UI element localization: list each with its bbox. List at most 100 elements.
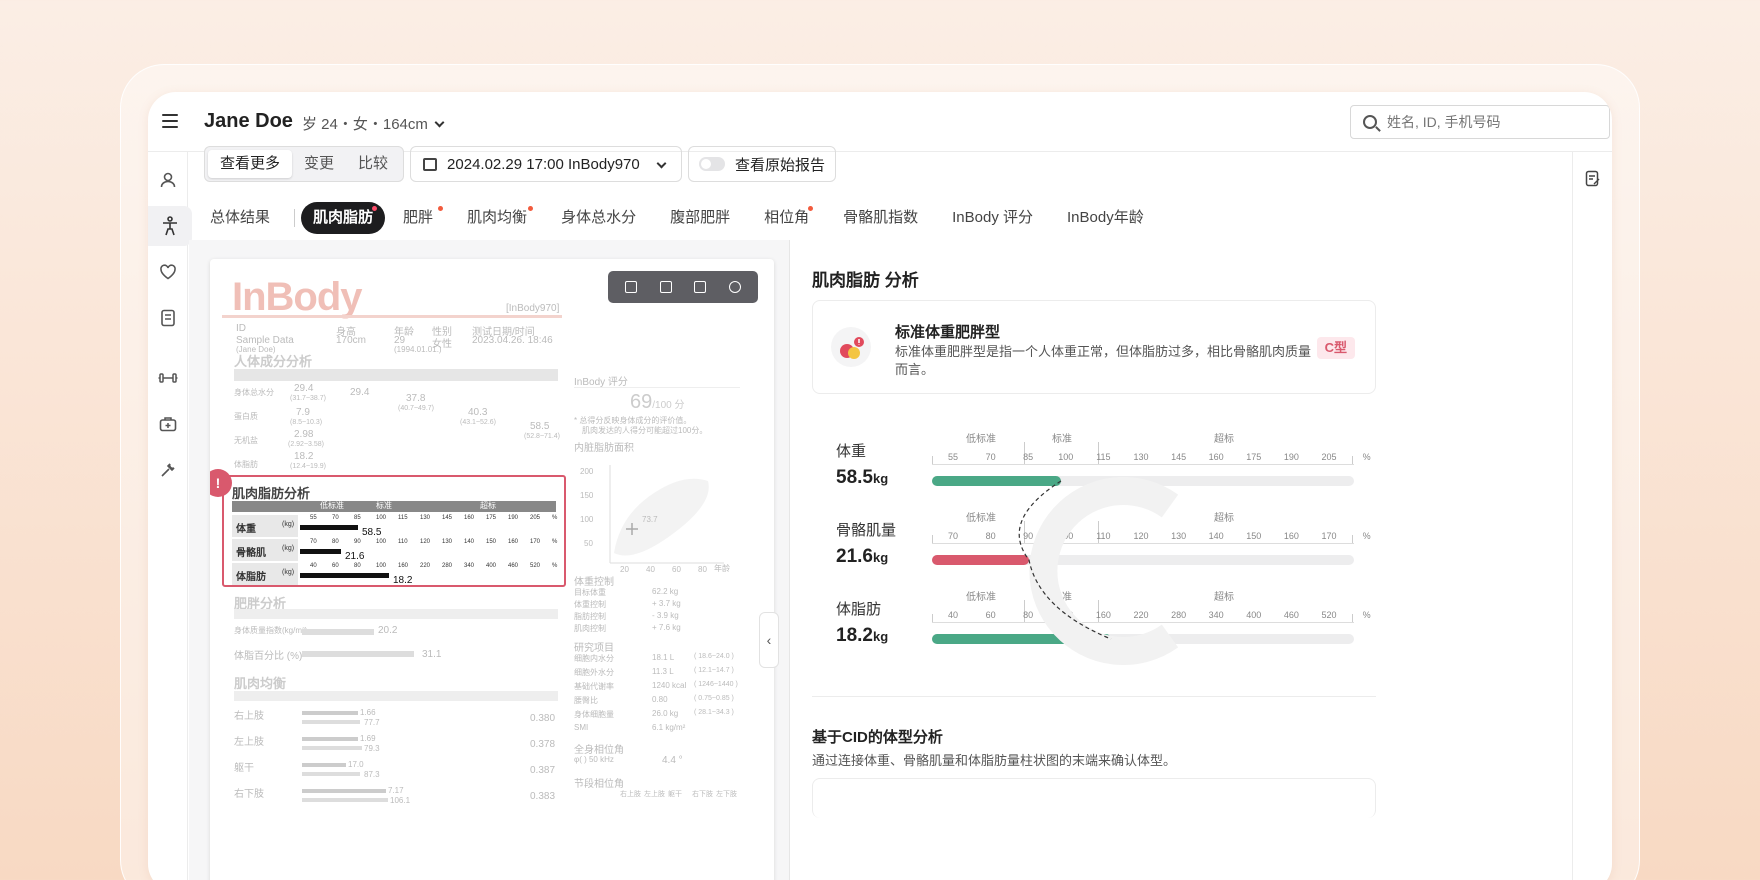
tab-muscle-fat[interactable]: 肌肉脂肪 [301, 202, 386, 234]
copy-icon[interactable] [625, 281, 638, 293]
tab-obesity[interactable]: 肥胖 [387, 202, 449, 234]
analysis-panel: 肌肉脂肪 分析 标准体重肥胖型 标准体重肥胖型是指一个人体重正常，但体脂肪过多，… [789, 240, 1413, 880]
search-box[interactable] [1350, 105, 1610, 139]
tools-icon[interactable] [148, 450, 188, 490]
composition-row-label: 身体总水分 [234, 388, 274, 397]
tab-overall[interactable]: 总体结果 [194, 202, 286, 234]
analysis-head: 低标准 [320, 501, 344, 510]
analysis-bar-value: 58.5 [362, 527, 382, 538]
analysis-tick: 100 [376, 539, 387, 545]
date-select[interactable]: 2024.02.29 17:00 InBody970 [410, 146, 683, 182]
tab-inbody-score[interactable]: InBody 评分 [936, 202, 1049, 234]
right-rail [1572, 152, 1612, 880]
analysis-tick: 205 [530, 515, 541, 521]
muscle-fat-analysis-box[interactable]: 肌肉脂肪分析 低标准 标准 超标 体重 (kg) 55 70 85 100 115 130 14… [222, 475, 566, 587]
composition-row-value: 29.4 [294, 383, 314, 394]
analysis-row-unit: (kg) [282, 569, 295, 576]
control-title: 体重控制 [574, 577, 614, 588]
cid-card [812, 778, 1376, 818]
composition-table: 身体总水分 29.4 (31.7~38.7) 蛋白质 7.9 (8.5~10.3… [234, 383, 564, 473]
original-report-toggle[interactable]: 查看原始报告 [688, 146, 837, 182]
research-value: 6.1 kg/m² [652, 723, 686, 732]
research-value: 18.1 L [652, 653, 675, 662]
tab-abdominal[interactable]: 腹部肥胖 [654, 202, 746, 234]
balance-row-label: 右上肢 [234, 711, 264, 722]
balance-row-label: 躯干 [234, 763, 254, 774]
balance-bar [302, 711, 358, 715]
phase-title: 全身相位角 [574, 745, 624, 756]
tab-label: 肌肉均衡 [467, 209, 528, 226]
top-bar: Jane Doe 岁 24・女・164cm [148, 92, 1612, 152]
analysis-head: 超标 [480, 501, 496, 510]
balance-row-v2: 79.3 [364, 744, 380, 753]
toggle-switch[interactable] [699, 157, 726, 171]
analysis-tick: 100 [376, 563, 387, 569]
research-range: ( 18.6~24.0 ) [694, 653, 734, 660]
balance-bar [302, 772, 360, 776]
tab-muscle-balance[interactable]: 肌肉均衡 [451, 202, 543, 234]
analysis-tick: 100 [376, 515, 387, 521]
segment-phase-head: 左下肢 [716, 791, 737, 798]
scale-icon[interactable] [148, 298, 188, 338]
analysis-bar [300, 525, 358, 530]
segment-changes[interactable]: 变更 [292, 150, 346, 178]
check-icon[interactable] [728, 281, 741, 293]
id-value: 2023.04.26. 18:46 [472, 335, 553, 346]
tab-phase-angle[interactable]: 相位角 [748, 202, 825, 234]
dumbbell-icon[interactable] [148, 358, 188, 398]
cid-connector-line [1018, 480, 1112, 640]
vfa-x-label: 40 [646, 565, 655, 574]
vfa-axis-label: 200 [580, 467, 594, 476]
research-label: SMI [574, 723, 589, 732]
segment-phase-title: 节段相位角 [574, 779, 624, 790]
analysis-tick: 175 [486, 515, 497, 521]
balance-title: 肌肉均衡 [234, 676, 287, 691]
analysis-tick: 170 [530, 539, 541, 545]
toolbar: 查看更多 变更 比较 2024.02.29 17:00 InBody970 查看… [204, 144, 837, 184]
print-icon[interactable] [694, 281, 707, 293]
composition-mid-value: (43.1~52.6) [460, 419, 496, 426]
score-title: InBody 评分 [574, 377, 628, 388]
user-meta[interactable]: 岁 24・女・164cm [302, 113, 445, 134]
download-icon[interactable] [659, 281, 672, 293]
search-icon [1363, 115, 1377, 129]
balance-row-v2: 77.7 [364, 718, 380, 727]
balance-row-v1: 1.69 [360, 734, 376, 743]
control-label: 肌肉控制 [574, 624, 606, 633]
sidebar [148, 152, 192, 880]
research-label: 细胞外水分 [574, 668, 614, 677]
analysis-tick: 145 [442, 515, 453, 521]
medical-kit-icon[interactable] [148, 404, 188, 444]
analysis-tick: 90 [354, 539, 361, 545]
heart-icon[interactable] [148, 252, 188, 292]
analysis-bar-value: 18.2 [393, 575, 413, 586]
score-note: 肌肉发达的人得分可能超过100分。 [582, 426, 708, 435]
notes-icon[interactable] [1585, 170, 1601, 193]
collapse-panel-button[interactable]: ‹ [759, 612, 779, 668]
tab-smi[interactable]: 骨骼肌指数 [827, 202, 934, 234]
tab-body-water[interactable]: 身体总水分 [545, 202, 652, 234]
logo-underline [222, 315, 562, 318]
body-icon[interactable] [148, 206, 192, 246]
segment-more[interactable]: 查看更多 [208, 150, 293, 178]
research-range: ( 1246~1440 ) [694, 681, 738, 688]
analysis-tick: 400 [486, 563, 497, 569]
tab-inbody-age[interactable]: InBody年龄 [1051, 202, 1160, 234]
analysis-tick: % [552, 515, 558, 521]
segment-phase-head: 左上肢 [644, 791, 665, 798]
segment-compare[interactable]: 比较 [346, 150, 400, 178]
analysis-tick: 460 [508, 563, 519, 569]
analysis-tick: 280 [442, 563, 453, 569]
menu-icon[interactable] [162, 114, 178, 132]
alert-dot [372, 206, 378, 211]
balance-row-ratio: 0.383 [530, 791, 556, 802]
balance-row-v2: 106.1 [390, 796, 411, 805]
user-meta-text: 岁 24・女・164cm [302, 116, 428, 133]
balance-row-v1: 17.0 [348, 760, 364, 769]
composition-mid-value: 29.4 [350, 387, 370, 398]
search-input[interactable] [1387, 114, 1587, 130]
tab-label: 肌肉脂肪 [313, 209, 374, 226]
person-icon[interactable] [148, 160, 188, 200]
balance-header [234, 691, 558, 701]
alert-dot [438, 206, 444, 211]
